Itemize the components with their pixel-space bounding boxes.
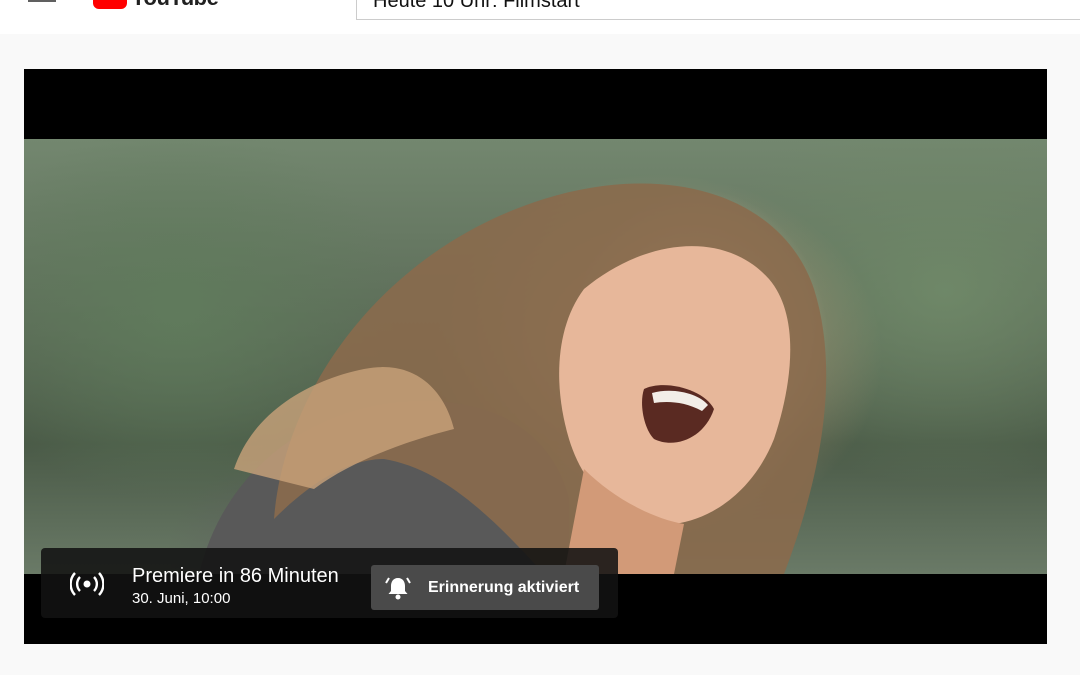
thumbnail-illustration <box>199 183 827 574</box>
video-thumbnail <box>24 139 1047 574</box>
premiere-date: 30. Juni, 10:00 <box>132 590 231 607</box>
reminder-label: Erinnerung aktiviert <box>428 578 580 596</box>
logo-text: YouTube <box>131 0 219 10</box>
youtube-logo[interactable]: YouTube <box>93 0 219 10</box>
top-header: YouTube Heute 10 Uhr: Filmstart <box>0 0 1080 34</box>
reminder-button[interactable]: Erinnerung aktiviert <box>371 565 599 610</box>
premiere-title: Premiere in 86 Minuten <box>132 565 339 587</box>
live-broadcast-icon <box>70 572 104 596</box>
youtube-logo-icon <box>93 0 127 9</box>
search-input[interactable]: Heute 10 Uhr: Filmstart <box>356 0 1080 20</box>
premiere-overlay: Premiere in 86 Minuten 30. Juni, 10:00 E… <box>41 548 618 618</box>
menu-icon[interactable] <box>28 0 56 8</box>
bell-icon <box>385 576 411 599</box>
